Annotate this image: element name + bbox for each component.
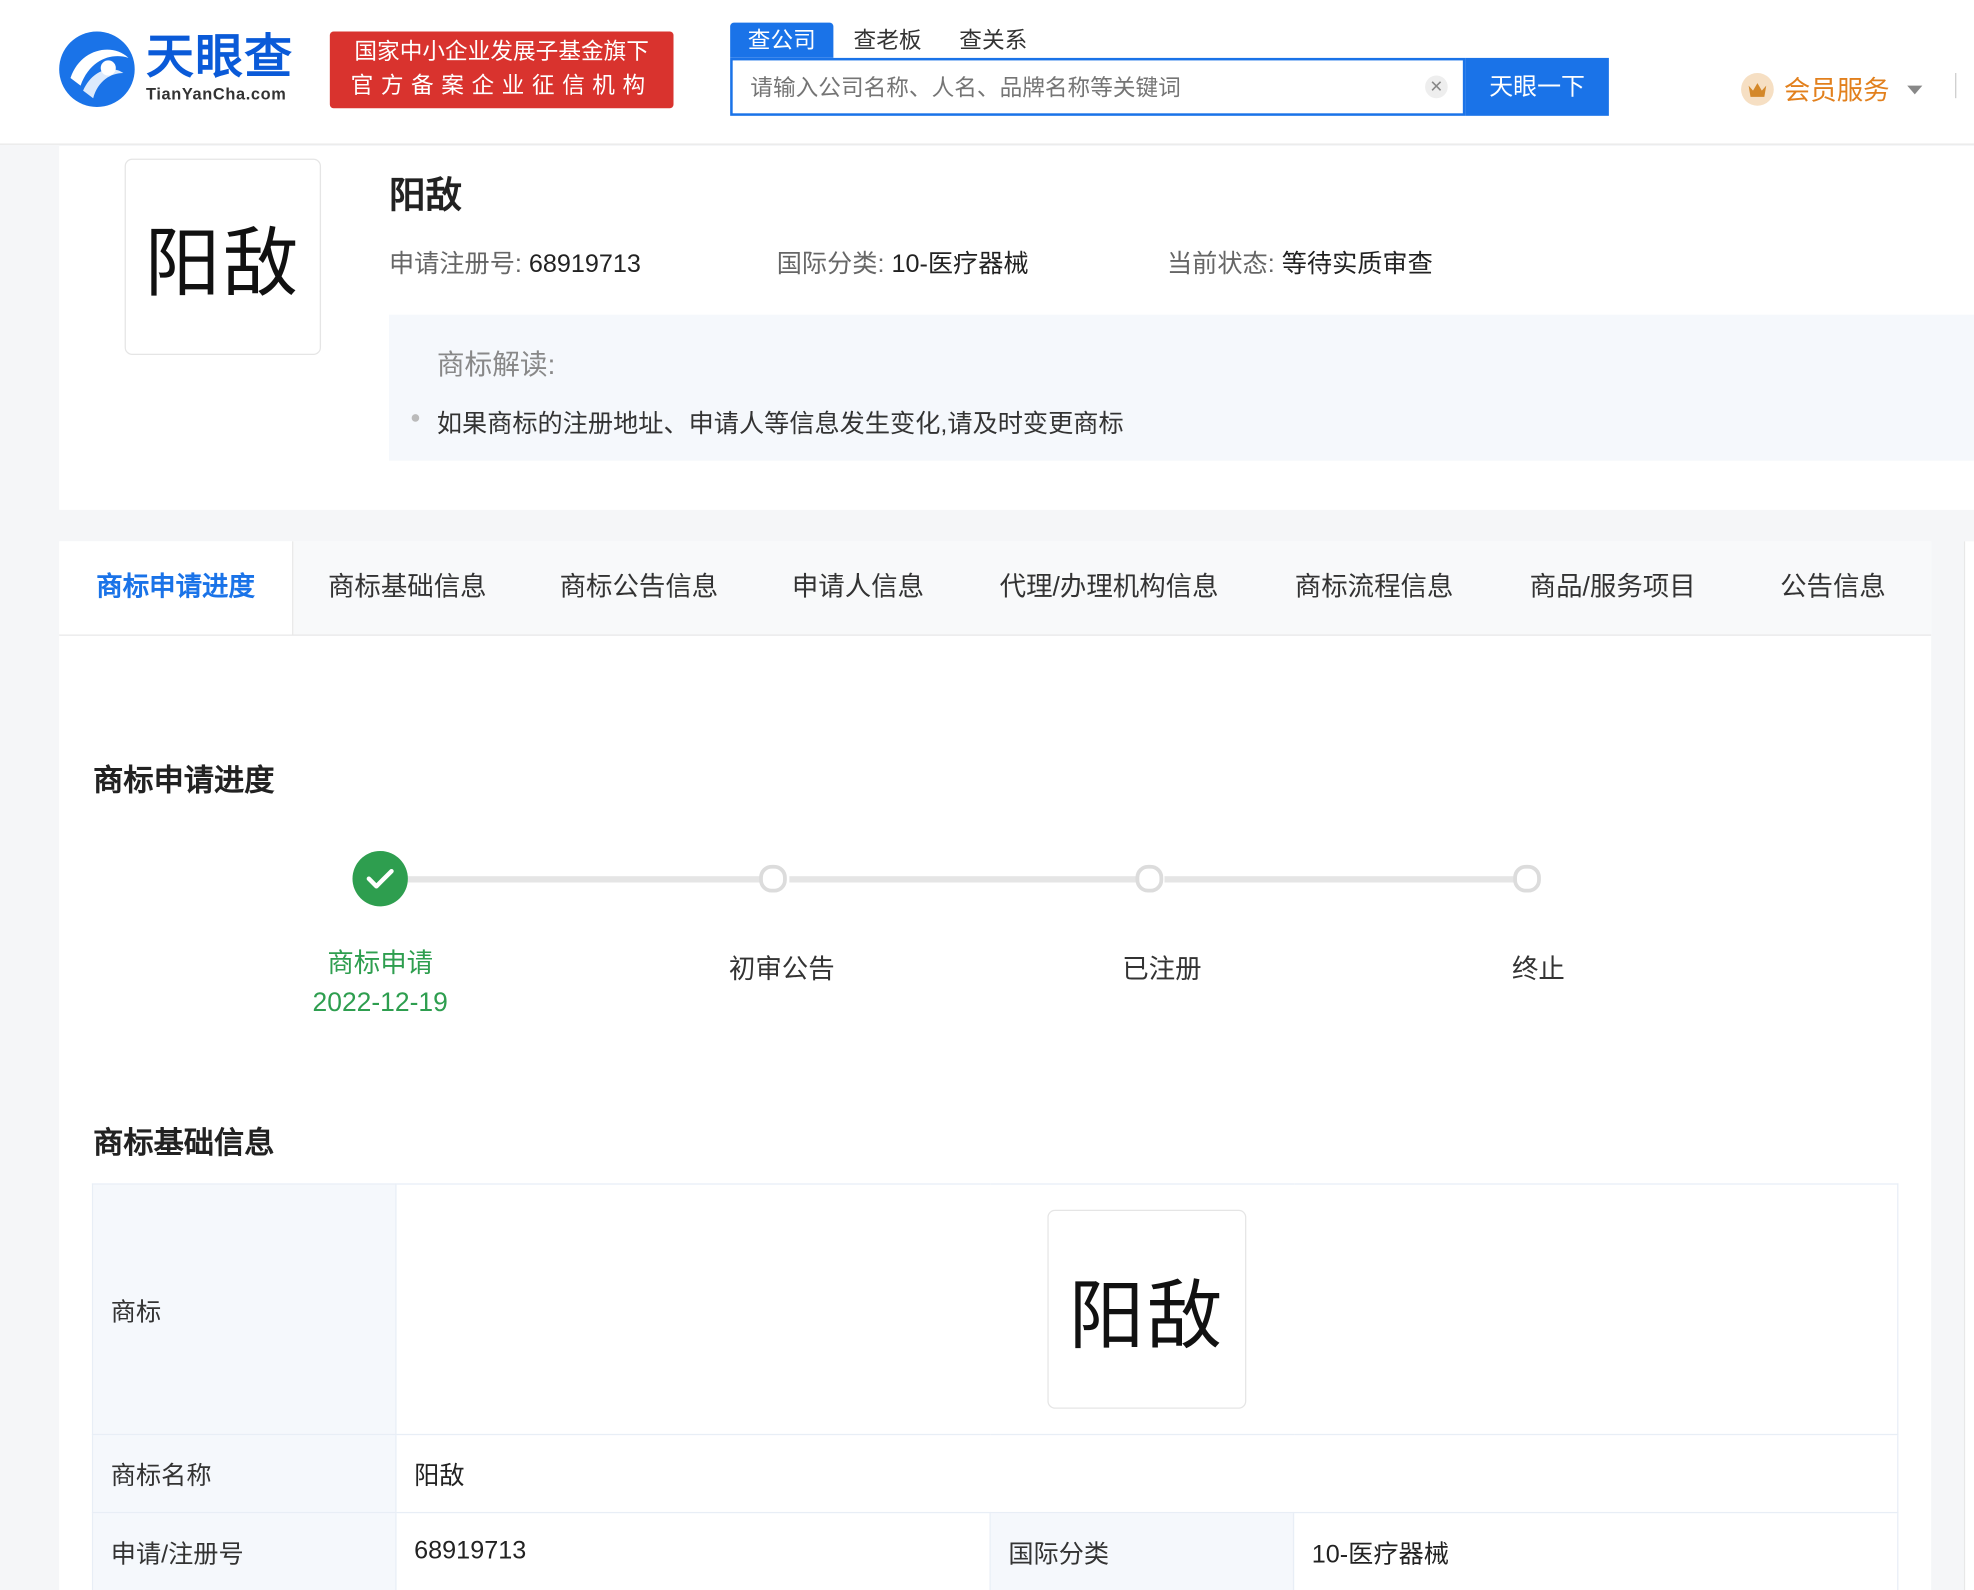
step-dot-icon: [1513, 864, 1541, 893]
top-header: 天眼查 TianYanCha.com 国家中小企业发展子基金旗下 官方备案企业征…: [0, 0, 1974, 145]
eye-logo-icon: [59, 31, 135, 108]
step-label-application: 商标申请: [327, 949, 434, 979]
basic-info-table: 商标 阳敌 商标名称 阳敌 申请/注册号 68919713 国际分类 10-医疗…: [91, 1183, 1899, 1590]
progress-section-title: 商标申请进度: [93, 764, 275, 799]
tab-announcement-info[interactable]: 商标公告信息: [522, 541, 755, 634]
slogan-badge: 国家中小企业发展子基金旗下 官方备案企业征信机构: [329, 31, 674, 109]
search-tab-relation[interactable]: 查关系: [942, 23, 1045, 58]
meta-class-label: 国际分类:: [776, 250, 885, 279]
row-key-class: 国际分类: [989, 1511, 1295, 1590]
row-value-class: 10-医疗器械: [1292, 1511, 1899, 1590]
row-value-reg-no: 68919713: [395, 1511, 991, 1590]
tab-goods-services[interactable]: 商品/服务项目: [1491, 541, 1735, 634]
row-key-reg-no: 申请/注册号: [91, 1511, 397, 1590]
search-box: ✕: [730, 57, 1466, 116]
meta-status-value: 等待实质审查: [1281, 250, 1433, 279]
right-side-rail: [1963, 541, 1974, 1590]
tab-applicant-info[interactable]: 申请人信息: [755, 541, 960, 634]
bullet-icon: [411, 414, 420, 422]
meta-class-value: 10-医疗器械: [891, 250, 1029, 279]
trademark-image: 阳敌: [124, 158, 322, 356]
step-dot-icon: [759, 864, 787, 893]
row-value-name: 阳敌: [395, 1433, 1899, 1514]
table-row: 商标 阳敌: [91, 1183, 1899, 1436]
step-dot-icon: [1135, 864, 1164, 893]
table-row: 申请/注册号 68919713 国际分类 10-医疗器械: [91, 1511, 1899, 1590]
slogan-line-2: 官方备案企业征信机构: [350, 73, 653, 99]
clear-icon[interactable]: ✕: [1425, 75, 1448, 99]
meta-status-label: 当前状态:: [1167, 250, 1275, 279]
crown-icon: [1741, 73, 1774, 106]
tab-basic-info[interactable]: 商标基础信息: [292, 541, 522, 634]
search-tab-boss[interactable]: 查老板: [836, 23, 939, 58]
tab-process-info[interactable]: 商标流程信息: [1258, 541, 1491, 634]
vip-label: 会员服务: [1783, 76, 1890, 106]
progress-line-1: [407, 876, 765, 883]
step-label-terminated: 终止: [1511, 955, 1565, 985]
logo-cn-text: 天眼查: [146, 31, 294, 85]
meta-reg-no: 申请注册号: 68919713: [389, 243, 641, 280]
step-label-registered: 已注册: [1122, 955, 1202, 985]
search-tabs: 查公司 查老板 查关系: [730, 22, 1047, 58]
trademark-interpretation: 商标解读: 如果商标的注册地址、申请人等信息发生变化,请及时变更商标: [389, 314, 1974, 461]
step-date-application: 2022-12-19: [312, 988, 448, 1018]
slogan-line-1: 国家中小企业发展子基金旗下: [354, 39, 649, 65]
meta-class: 国际分类: 10-医疗器械: [777, 243, 1029, 280]
detail-tabs: 商标申请进度 商标基础信息 商标公告信息 申请人信息 代理/办理机构信息 商标流…: [59, 541, 1932, 636]
progress-line-3: [1164, 876, 1517, 883]
tab-agency-info[interactable]: 代理/办理机构信息: [961, 541, 1258, 634]
site-logo[interactable]: 天眼查 TianYanCha.com: [58, 30, 293, 108]
meta-reg-no-label: 申请注册号:: [389, 250, 522, 279]
search-input[interactable]: [747, 60, 1408, 116]
trademark-detail-card: 商标申请进度 商标基础信息 商标公告信息 申请人信息 代理/办理机构信息 商标流…: [59, 541, 1932, 1590]
header-divider: [1955, 73, 1957, 99]
search-button[interactable]: 天眼一下: [1465, 57, 1609, 116]
vip-service-menu[interactable]: 会员服务: [1741, 70, 1923, 108]
meta-status: 当前状态: 等待实质审查: [1167, 243, 1433, 280]
row-key-logo: 商标: [91, 1183, 397, 1436]
row-key-name: 商标名称: [91, 1433, 397, 1514]
trademark-summary-card: 阳敌 阳敌 申请注册号: 68919713 国际分类: 10-医疗器械 当前状态…: [59, 146, 1974, 510]
row-value-logo: 阳敌: [395, 1183, 1899, 1436]
page: 天眼查 TianYanCha.com 国家中小企业发展子基金旗下 官方备案企业征…: [0, 0, 1974, 1590]
step-label-prelim: 初审公告: [728, 955, 835, 985]
chevron-down-icon: [1907, 84, 1923, 94]
table-row: 商标名称 阳敌: [91, 1433, 1899, 1514]
progress-line-2: [789, 876, 1140, 883]
trademark-image-small: 阳敌: [1047, 1209, 1247, 1409]
tab-application-progress[interactable]: 商标申请进度: [59, 541, 294, 635]
tab-notice-info[interactable]: 公告信息: [1735, 541, 1931, 634]
search-tab-company[interactable]: 查公司: [730, 22, 834, 58]
interp-title: 商标解读:: [436, 348, 556, 381]
logo-en-text: TianYanCha.com: [146, 84, 287, 104]
basic-info-section-title: 商标基础信息: [93, 1126, 275, 1161]
step-done-check-icon: [352, 851, 408, 907]
interp-item: 如果商标的注册地址、申请人等信息发生变化,请及时变更商标: [411, 403, 1124, 440]
interp-text: 如果商标的注册地址、申请人等信息发生变化,请及时变更商标: [436, 410, 1124, 439]
meta-reg-no-value: 68919713: [528, 250, 641, 279]
trademark-title: 阳敌: [389, 176, 463, 217]
